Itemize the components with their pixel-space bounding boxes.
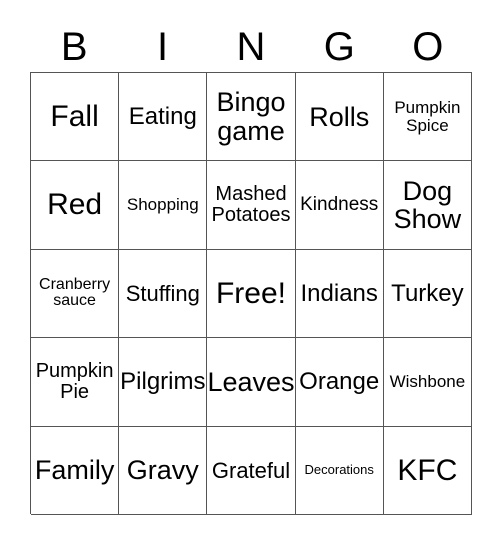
bingo-cell[interactable]: Bingo game <box>207 73 296 162</box>
bingo-cell-label: Eating <box>128 103 197 131</box>
bingo-cell-label: Turkey <box>391 279 464 307</box>
bingo-cell-label: Cranberry sauce <box>39 275 111 310</box>
bingo-cell-label: Red <box>47 188 103 222</box>
bingo-cell[interactable]: Dog Show <box>383 161 473 250</box>
bingo-cell[interactable]: Pumpkin Spice <box>383 73 473 162</box>
bingo-cell[interactable]: Pumpkin Pie <box>31 338 120 427</box>
bingo-cell[interactable]: Fall <box>31 73 120 162</box>
bingo-cell-label: Grateful <box>211 457 291 483</box>
bingo-cell[interactable]: Rolls <box>295 73 384 162</box>
bingo-cell[interactable]: Mashed Potatoes <box>207 161 296 250</box>
bingo-cell[interactable]: Family <box>31 426 120 515</box>
bingo-cell[interactable]: Grateful <box>207 426 296 515</box>
bingo-cell-label: KFC <box>397 453 458 487</box>
bingo-cell-label: Mashed Potatoes <box>211 183 291 227</box>
bingo-row: Pumpkin Pie Pilgrims Leaves Orange Wishb… <box>31 338 473 427</box>
bingo-header-letter-b: B <box>60 25 88 69</box>
bingo-cell[interactable]: Orange <box>295 338 384 427</box>
bingo-cell[interactable]: Red <box>31 161 120 250</box>
bingo-cell-label: Family <box>34 455 115 486</box>
bingo-grid: Fall Eating Bingo game Rolls Pumpkin Spi… <box>30 72 473 515</box>
bingo-cell[interactable]: Kindness <box>295 161 384 250</box>
bingo-cell-label: Pilgrims <box>120 368 206 396</box>
bingo-cell-free[interactable]: Free! <box>207 249 296 339</box>
bingo-cell-label: Pumpkin Pie <box>35 359 114 403</box>
bingo-cell-label: Fall <box>50 99 99 133</box>
bingo-cell[interactable]: Cranberry sauce <box>31 249 120 339</box>
bingo-cell-label: Dog Show <box>393 175 462 235</box>
bingo-cell[interactable]: Decorations <box>295 426 384 515</box>
bingo-cell[interactable]: Turkey <box>383 249 473 339</box>
bingo-cell-label: Orange <box>299 368 380 396</box>
bingo-row: Fall Eating Bingo game Rolls Pumpkin Spi… <box>31 73 473 162</box>
bingo-cell[interactable]: Pilgrims <box>119 338 208 427</box>
bingo-cell[interactable]: Gravy <box>119 426 208 515</box>
bingo-cell-label: Leaves <box>207 366 295 397</box>
bingo-cell-label: Shopping <box>126 195 199 215</box>
bingo-cell[interactable]: Eating <box>119 73 208 162</box>
bingo-row: Family Gravy Grateful Decorations KFC <box>31 426 473 515</box>
bingo-cell-label: Decorations <box>304 462 374 478</box>
bingo-row: Red Shopping Mashed Potatoes Kindness Do… <box>31 161 473 250</box>
bingo-cell[interactable]: KFC <box>383 426 473 515</box>
bingo-header-letter-g: G <box>323 25 355 69</box>
bingo-cell-label: Free! <box>215 276 287 310</box>
bingo-cell[interactable]: Wishbone <box>383 338 473 427</box>
bingo-cell-label: Stuffing <box>125 280 200 306</box>
bingo-cell[interactable]: Shopping <box>119 161 208 250</box>
bingo-cell-label: Gravy <box>126 455 199 486</box>
bingo-header-row: B I N G O <box>30 22 472 72</box>
bingo-cell[interactable]: Stuffing <box>119 249 208 339</box>
bingo-row: Cranberry sauce Stuffing Free! Indians T… <box>31 249 473 339</box>
bingo-header-letter-o: O <box>412 25 444 69</box>
bingo-cell-label: Wishbone <box>389 371 466 391</box>
bingo-cell-label: Indians <box>300 279 378 307</box>
bingo-cell[interactable]: Leaves <box>207 338 296 427</box>
bingo-cell-label: Rolls <box>309 101 370 132</box>
bingo-header-letter-n: N <box>236 25 266 69</box>
bingo-cell-label: Bingo game <box>216 87 286 146</box>
bingo-cell-label: Kindness <box>300 194 379 216</box>
bingo-card: B I N G O Fall Eating Bingo game Rolls P… <box>0 0 500 544</box>
bingo-cell[interactable]: Indians <box>295 249 384 339</box>
bingo-cell-label: Pumpkin Spice <box>394 97 461 135</box>
bingo-header-letter-i: I <box>157 25 169 69</box>
